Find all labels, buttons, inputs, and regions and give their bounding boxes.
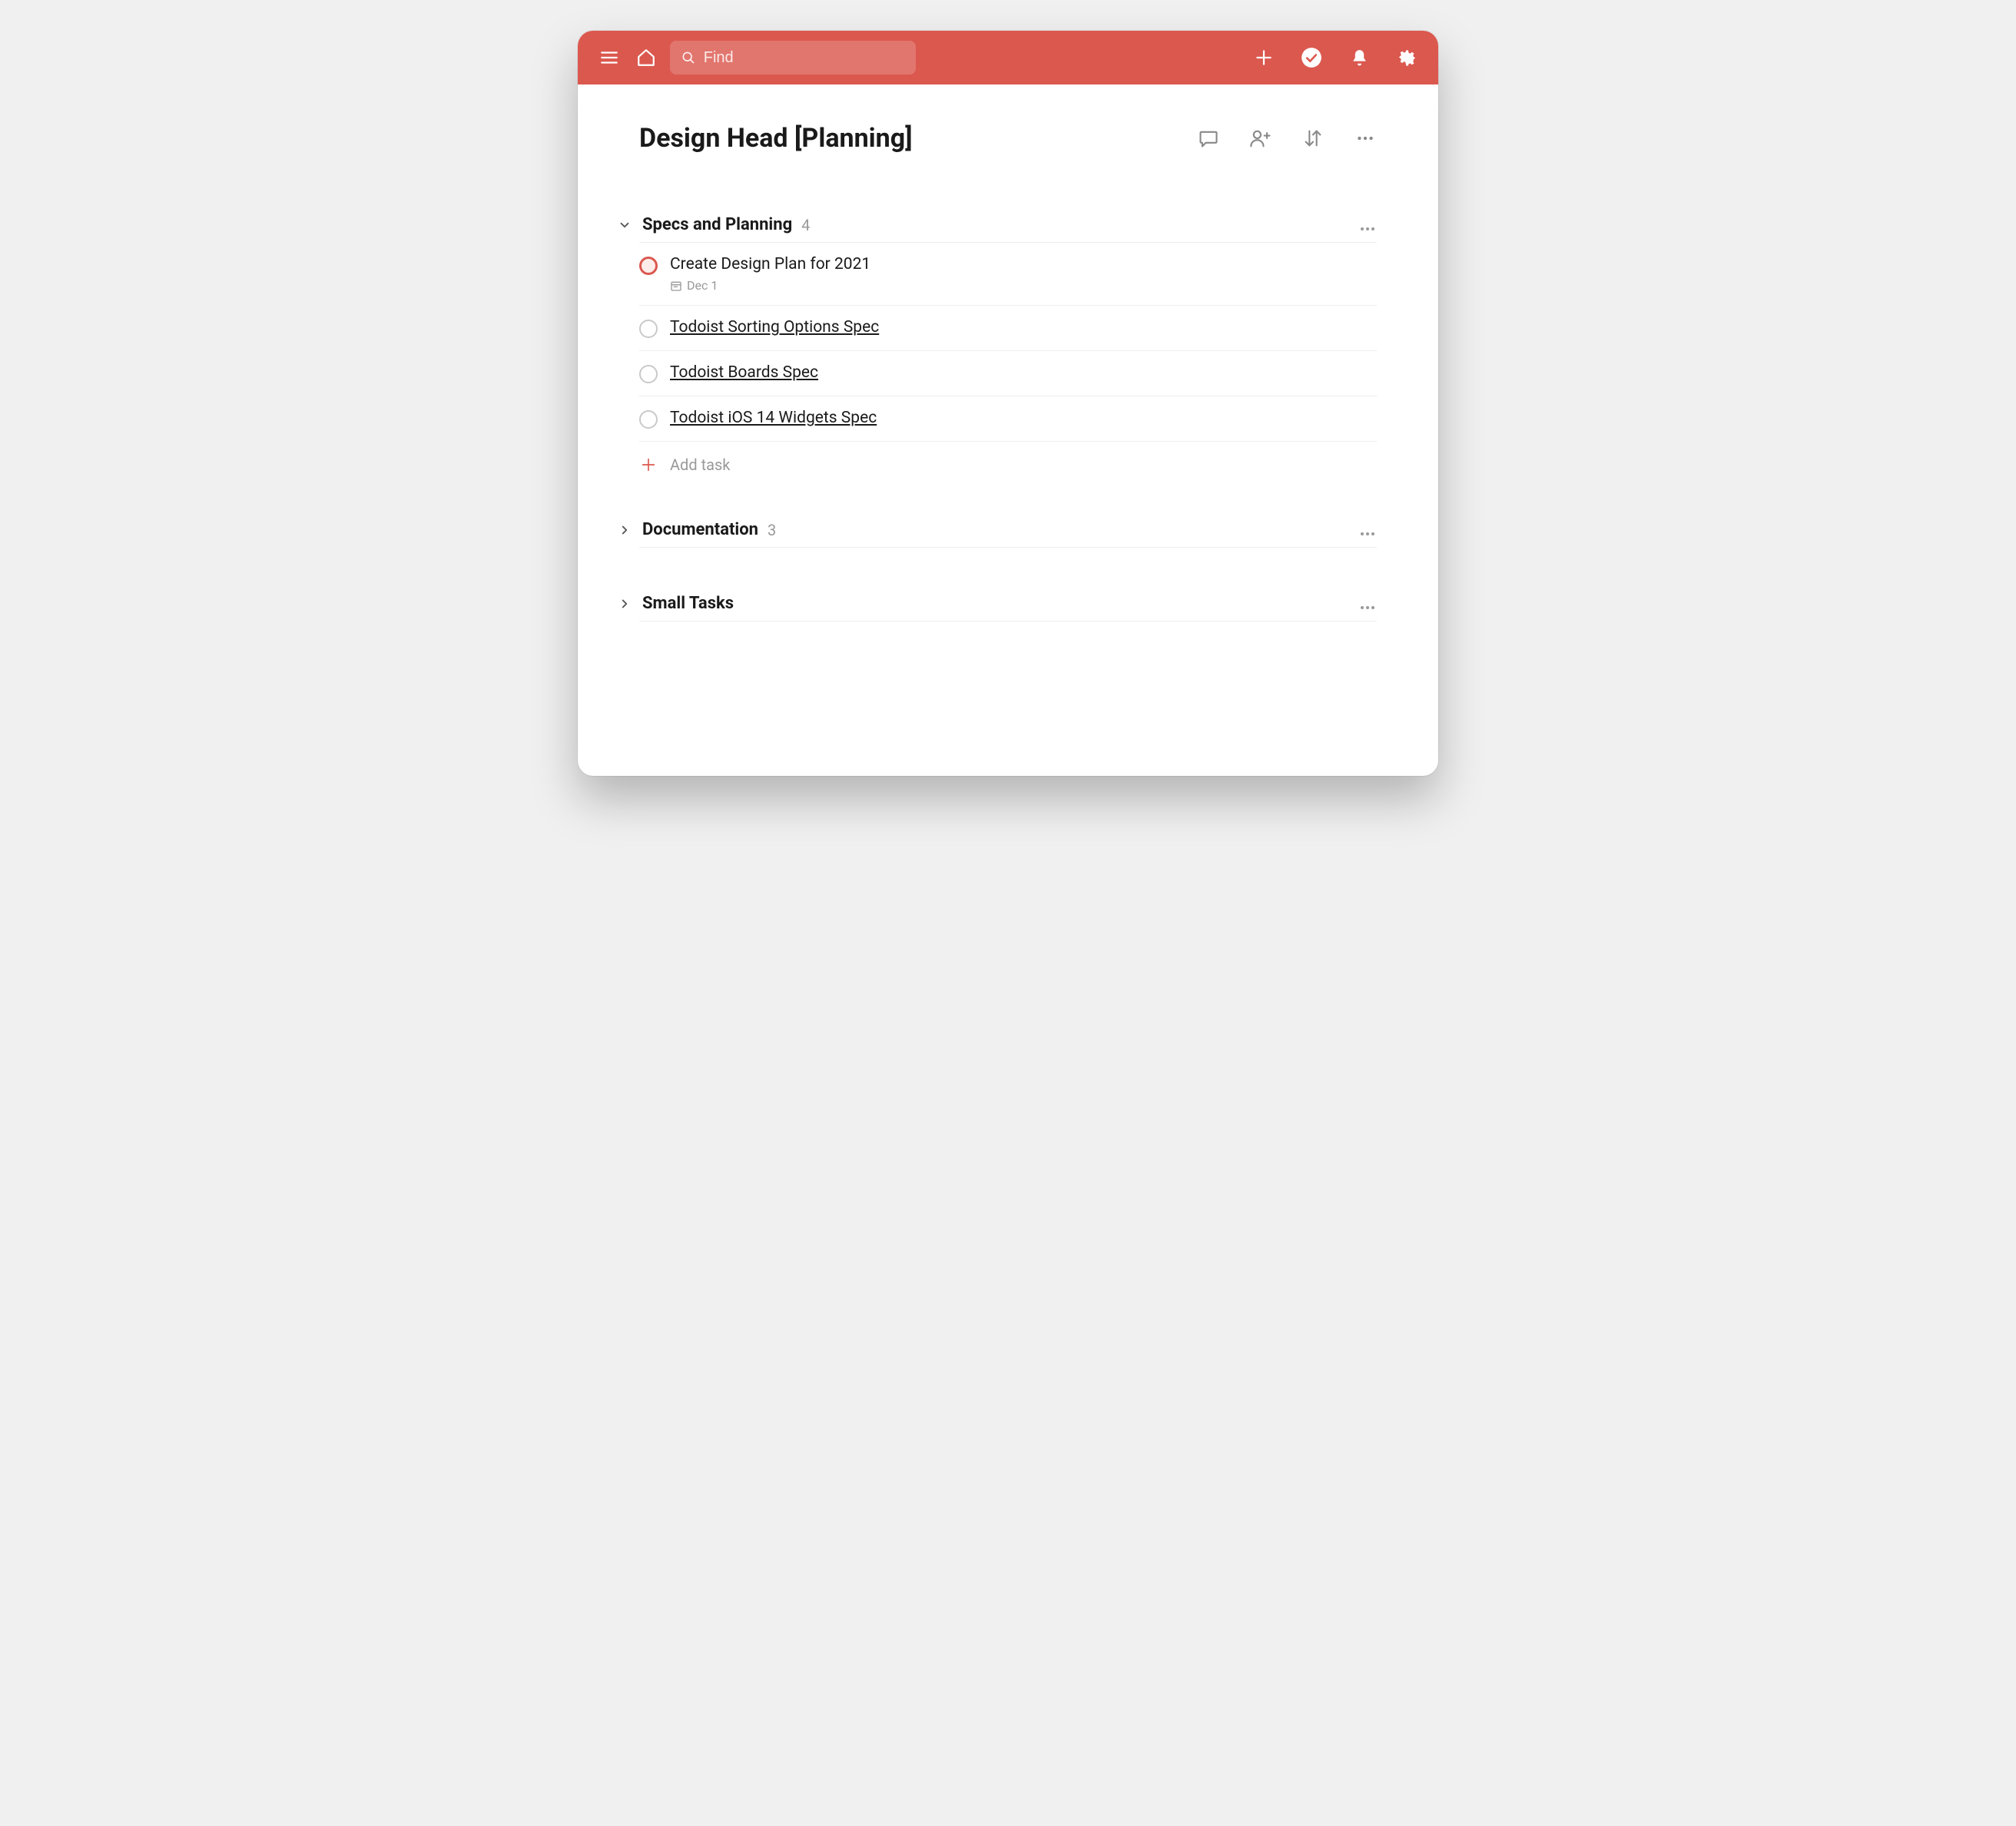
more-icon [1358,220,1377,238]
add-user-icon [1249,128,1272,149]
section-toggle[interactable] [616,595,633,612]
bell-icon [1350,48,1369,68]
home-button[interactable] [633,45,659,71]
task-list: Create Design Plan for 2021 Dec 1 Todois… [639,243,1377,474]
task-due: Dec 1 [670,278,1377,293]
section-title: Documentation [642,520,758,539]
calendar-icon [670,280,682,292]
section-documentation: Documentation 3 [639,520,1377,548]
chevron-right-icon [618,523,632,537]
topbar-left [596,41,916,75]
task-row[interactable]: Todoist Sorting Options Spec [639,306,1377,351]
menu-icon [599,48,619,68]
section-more-button[interactable] [1358,598,1377,617]
task-row[interactable]: Todoist Boards Spec [639,351,1377,396]
topbar [578,31,1438,85]
section-count: 4 [801,216,810,234]
more-icon [1358,525,1377,543]
section-title: Specs and Planning [642,215,792,234]
section-count: 3 [768,521,776,539]
task-checkbox[interactable] [639,320,658,338]
section-small-tasks: Small Tasks [639,594,1377,621]
notifications-button[interactable] [1346,45,1372,71]
project-header: Design Head [Planning] [639,123,1377,154]
add-task-button[interactable]: Add task [639,442,1377,474]
more-icon [1358,598,1377,617]
task-checkbox[interactable] [639,257,658,275]
task-checkbox[interactable] [639,410,658,429]
section-more-button[interactable] [1358,220,1377,238]
task-row[interactable]: Todoist iOS 14 Widgets Spec [639,396,1377,442]
sort-button[interactable] [1301,127,1325,150]
task-title: Todoist Sorting Options Spec [670,318,1377,336]
task-title: Todoist iOS 14 Widgets Spec [670,409,1377,427]
project-title: Design Head [Planning] [639,123,913,154]
task-due-label: Dec 1 [687,278,718,293]
plus-icon [1254,48,1274,68]
add-task-label: Add task [670,456,730,474]
topbar-right [1251,45,1420,71]
search-input[interactable] [704,49,905,67]
plus-icon [639,456,658,474]
section-title: Small Tasks [642,594,734,613]
content: Design Head [Planning] [578,85,1438,776]
comments-button[interactable] [1197,127,1220,150]
task-title: Todoist Boards Spec [670,363,1377,382]
chevron-right-icon [618,597,632,611]
check-circle-icon [1301,47,1322,68]
more-icon [1355,128,1375,148]
task-checkbox[interactable] [639,365,658,383]
task-title: Create Design Plan for 2021 [670,255,1377,273]
share-button[interactable] [1249,127,1272,150]
section-specs-and-planning: Specs and Planning 4 Create Design Plan … [639,215,1377,474]
section-toggle[interactable] [616,522,633,539]
gear-icon [1397,48,1418,68]
task-row[interactable]: Create Design Plan for 2021 Dec 1 [639,243,1377,306]
divider [639,547,1377,548]
search-box[interactable] [670,41,916,75]
productivity-button[interactable] [1298,45,1325,71]
chevron-down-icon [618,218,632,232]
app-window: Design Head [Planning] [578,31,1438,776]
sort-icon [1302,128,1324,149]
menu-button[interactable] [596,45,622,71]
section-toggle[interactable] [616,217,633,234]
settings-button[interactable] [1394,45,1420,71]
search-icon [681,49,696,66]
project-more-button[interactable] [1354,127,1377,150]
comment-icon [1198,128,1219,149]
section-more-button[interactable] [1358,525,1377,543]
project-actions [1197,127,1377,150]
home-icon [636,48,656,68]
quick-add-button[interactable] [1251,45,1277,71]
